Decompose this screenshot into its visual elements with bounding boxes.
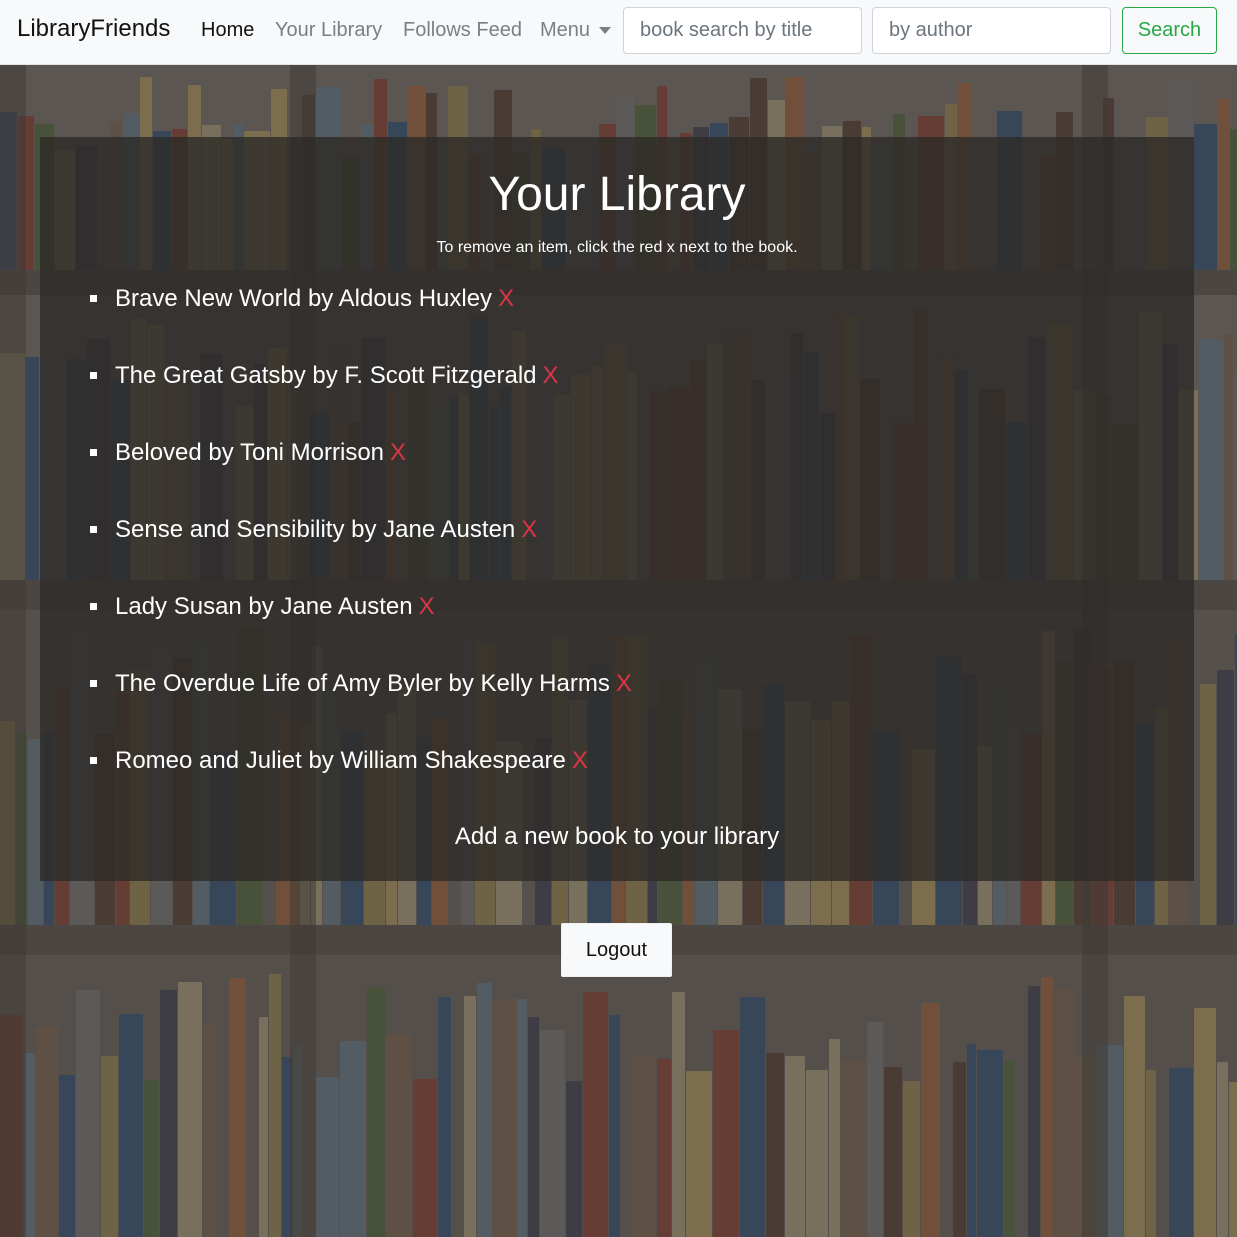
list-item: The Great Gatsby by F. Scott Fitzgerald … xyxy=(90,362,632,439)
search-button[interactable]: Search xyxy=(1122,7,1217,54)
title-search-input[interactable] xyxy=(623,7,862,54)
brand-logo-link[interactable]: LibraryFriends xyxy=(17,15,170,43)
bullet-icon xyxy=(90,372,97,379)
remove-instructions: To remove an item, click the red x next … xyxy=(436,239,798,256)
page-title: Your Library xyxy=(488,168,746,221)
bullet-icon xyxy=(90,680,97,687)
list-item: The Overdue Life of Amy Byler by Kelly H… xyxy=(90,670,632,747)
book-title-author: The Great Gatsby by F. Scott Fitzgerald xyxy=(115,362,537,389)
remove-book-button[interactable]: X xyxy=(572,747,588,775)
book-title-author: The Overdue Life of Amy Byler by Kelly H… xyxy=(115,670,610,697)
bullet-icon xyxy=(90,603,97,610)
library-panel: Your Library To remove an item, click th… xyxy=(40,137,1194,881)
bullet-icon xyxy=(90,526,97,533)
nav-menu-dropdown[interactable]: Menu xyxy=(540,19,612,42)
bullet-icon xyxy=(90,449,97,456)
list-item: Sense and Sensibility by Jane Austen X xyxy=(90,516,632,593)
remove-book-button[interactable]: X xyxy=(616,670,632,698)
book-list: Brave New World by Aldous Huxley X The G… xyxy=(90,285,632,824)
caret-down-icon xyxy=(599,27,612,34)
list-item: Romeo and Juliet by William Shakespeare … xyxy=(90,747,632,824)
author-search-input[interactable] xyxy=(872,7,1111,54)
list-item: Brave New World by Aldous Huxley X xyxy=(90,285,632,362)
add-new-book-link[interactable]: Add a new book to your library xyxy=(40,823,1194,851)
nav-link-home[interactable]: Home xyxy=(201,19,254,42)
bullet-icon xyxy=(90,757,97,764)
bullet-icon xyxy=(90,295,97,302)
logout-button[interactable]: Logout xyxy=(561,923,672,977)
nav-link-your-library[interactable]: Your Library xyxy=(275,19,382,42)
book-title-author: Romeo and Juliet by William Shakespeare xyxy=(115,747,566,774)
remove-book-button[interactable]: X xyxy=(419,593,435,621)
list-item: Lady Susan by Jane Austen X xyxy=(90,593,632,670)
nav-link-follows-feed[interactable]: Follows Feed xyxy=(403,19,522,42)
remove-book-button[interactable]: X xyxy=(521,516,537,544)
book-title-author: Lady Susan by Jane Austen xyxy=(115,593,413,620)
list-item: Beloved by Toni Morrison X xyxy=(90,439,632,516)
remove-book-button[interactable]: X xyxy=(498,285,514,313)
book-title-author: Beloved by Toni Morrison xyxy=(115,439,385,466)
menu-label: Menu xyxy=(540,19,591,41)
remove-book-button[interactable]: X xyxy=(390,439,406,467)
book-title-author: Brave New World by Aldous Huxley xyxy=(115,285,493,312)
book-title-author: Sense and Sensibility by Jane Austen xyxy=(115,516,516,543)
top-navbar: LibraryFriends Home Your Library Follows… xyxy=(0,0,1237,65)
remove-book-button[interactable]: X xyxy=(543,362,559,390)
